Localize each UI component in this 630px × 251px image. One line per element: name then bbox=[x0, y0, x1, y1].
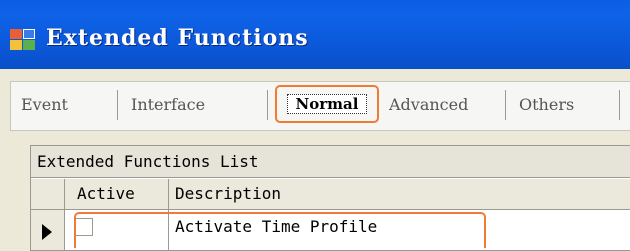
app-grid-icon bbox=[10, 29, 36, 51]
extended-functions-list: Extended Functions List Active Descripti… bbox=[30, 145, 630, 251]
cell-active bbox=[65, 210, 169, 250]
column-header-active[interactable]: Active bbox=[65, 179, 169, 209]
tab-advanced[interactable]: Advanced bbox=[389, 94, 468, 116]
tab-interface[interactable]: Interface bbox=[131, 94, 205, 116]
list-caption: Extended Functions List bbox=[31, 146, 630, 178]
tab-separator bbox=[117, 90, 118, 120]
tab-strip: Event Interface Normal Advanced Others bbox=[10, 81, 630, 131]
tab-separator bbox=[267, 90, 268, 120]
title-bar[interactable]: Extended Functions bbox=[0, 0, 630, 69]
row-selector[interactable] bbox=[31, 210, 65, 250]
tab-normal[interactable]: Normal bbox=[287, 94, 367, 114]
tab-event[interactable]: Event bbox=[21, 94, 68, 116]
table-row[interactable]: Activate Time Profile bbox=[31, 210, 630, 250]
tab-others[interactable]: Others bbox=[519, 94, 574, 116]
cell-description[interactable]: Activate Time Profile bbox=[169, 210, 630, 250]
list-header-row: Active Description bbox=[31, 179, 630, 210]
current-row-arrow-icon bbox=[42, 224, 52, 240]
window-title: Extended Functions bbox=[46, 25, 309, 51]
tab-normal-highlight: Normal bbox=[275, 85, 379, 123]
tab-separator bbox=[619, 90, 620, 120]
column-header-description[interactable]: Description bbox=[169, 179, 630, 209]
row-selector-header bbox=[31, 179, 65, 209]
tab-separator bbox=[505, 90, 506, 120]
active-checkbox[interactable] bbox=[75, 218, 93, 236]
